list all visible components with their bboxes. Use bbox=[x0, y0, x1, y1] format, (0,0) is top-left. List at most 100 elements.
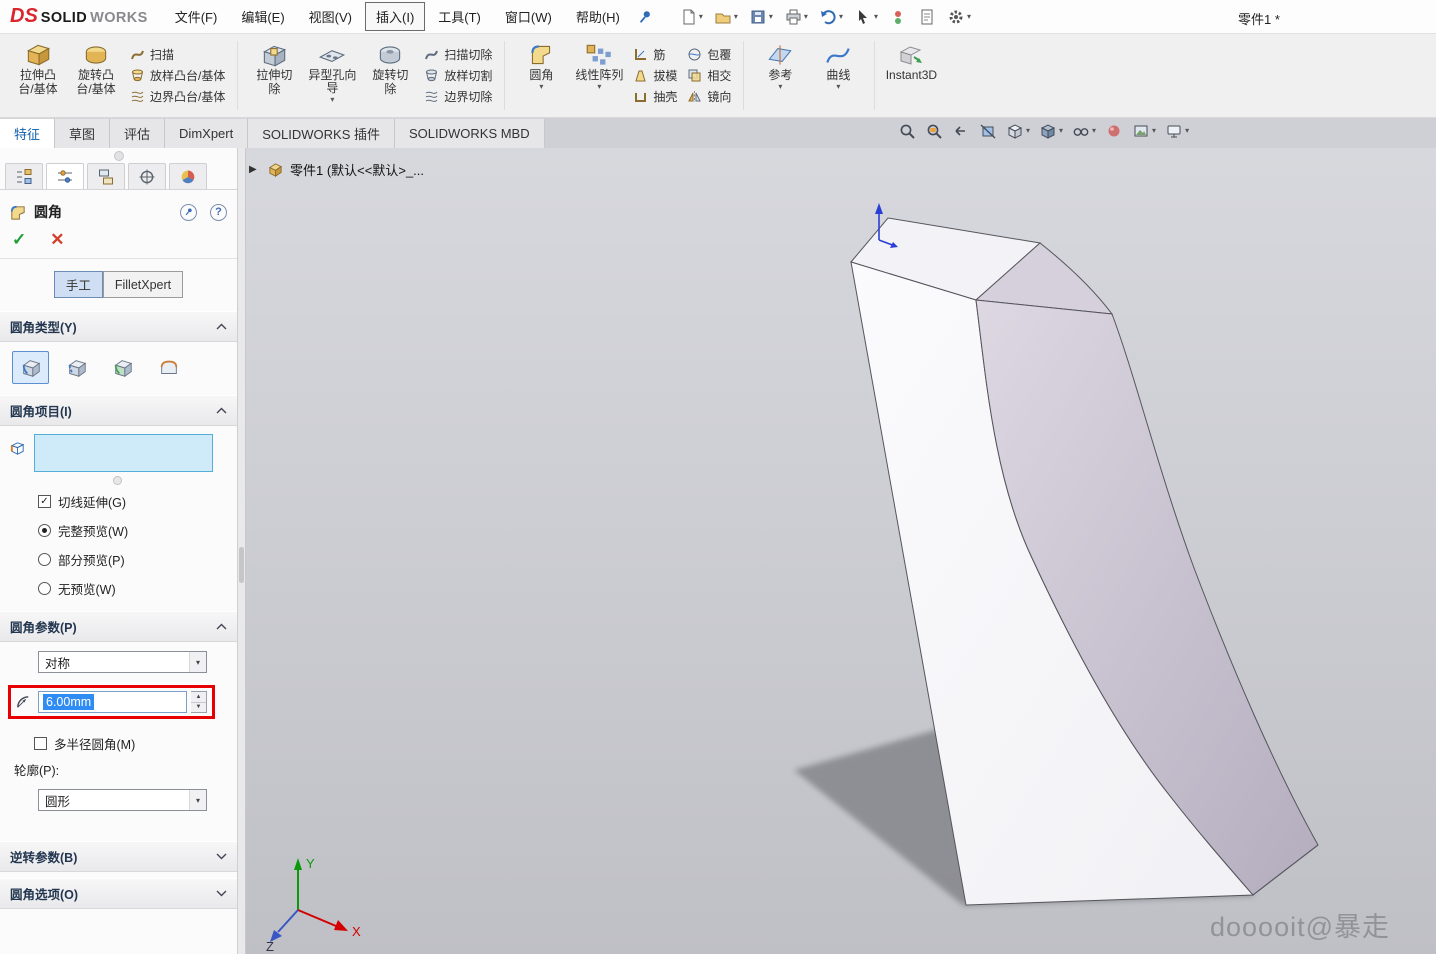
manual-mode-button[interactable]: 手工 bbox=[54, 271, 103, 298]
curves-button[interactable]: 曲线 ▾ bbox=[809, 37, 867, 114]
filletxpert-mode-button[interactable]: FilletXpert bbox=[103, 271, 183, 298]
face-fillet-button[interactable] bbox=[104, 351, 141, 384]
lofted-boss-item[interactable]: 放样凸台/基体 bbox=[130, 67, 225, 84]
dimxpertmanager-tab[interactable] bbox=[128, 163, 166, 189]
undo-button[interactable]: ▾ bbox=[819, 8, 843, 26]
view-settings-icon[interactable]: ▾ bbox=[1165, 122, 1189, 140]
tab-features[interactable]: 特征 bbox=[0, 118, 55, 148]
menu-file[interactable]: 文件(F) bbox=[164, 2, 229, 31]
no-preview-option[interactable]: 无预览(W) bbox=[6, 574, 229, 603]
swept-cut-item[interactable]: 扫描切除 bbox=[424, 46, 492, 63]
menu-edit[interactable]: 编辑(E) bbox=[230, 2, 295, 31]
rebuild-button[interactable] bbox=[889, 8, 907, 26]
shell-item[interactable]: 抽壳 bbox=[633, 88, 677, 105]
zoom-fit-icon[interactable] bbox=[898, 122, 916, 140]
displaymanager-tab[interactable] bbox=[169, 163, 207, 189]
tab-evaluate[interactable]: 评估 bbox=[110, 118, 165, 148]
full-round-fillet-button[interactable] bbox=[150, 351, 187, 384]
print-button[interactable]: ▾ bbox=[784, 8, 808, 26]
constant-size-fillet-button[interactable] bbox=[12, 351, 49, 384]
configurationmanager-tab[interactable] bbox=[87, 163, 125, 189]
extruded-boss-button[interactable]: 拉伸凸 台/基体 bbox=[9, 37, 67, 114]
view-orientation-icon[interactable]: ▾ bbox=[1006, 122, 1030, 140]
fillet-options-section-header[interactable]: 圆角选项(O) bbox=[0, 878, 237, 909]
menu-pin-icon[interactable] bbox=[637, 9, 653, 25]
spinner-up-button[interactable]: ▲ bbox=[191, 692, 206, 703]
new-document-button[interactable]: ▾ bbox=[679, 8, 703, 26]
revolved-cut-button[interactable]: 旋转切 除 bbox=[361, 37, 419, 114]
rib-item[interactable]: 筋 bbox=[633, 46, 677, 63]
hide-show-items-icon[interactable]: ▾ bbox=[1072, 122, 1096, 140]
boundary-boss-item[interactable]: 边界凸台/基体 bbox=[130, 88, 225, 105]
selection-box-resize-handle[interactable] bbox=[113, 476, 122, 485]
save-button[interactable]: ▾ bbox=[749, 8, 773, 26]
tree-root-item[interactable]: 零件1 (默认<<默认>_... bbox=[290, 160, 424, 179]
tangent-propagation-option[interactable]: ✓ 切线延伸(G) bbox=[6, 487, 229, 516]
variable-size-fillet-button[interactable] bbox=[58, 351, 95, 384]
file-properties-button[interactable] bbox=[918, 8, 936, 26]
multiple-radius-option[interactable]: 多半径圆角(M) bbox=[6, 729, 229, 758]
swept-boss-item[interactable]: 扫描 bbox=[130, 46, 225, 63]
previous-view-icon[interactable] bbox=[952, 122, 970, 140]
mirror-item[interactable]: 镜向 bbox=[687, 88, 731, 105]
options-button[interactable]: ▾ bbox=[947, 8, 971, 26]
keep-visible-pin-icon[interactable] bbox=[180, 204, 197, 221]
edges-selection-listbox[interactable] bbox=[34, 434, 213, 472]
confirm-button[interactable]: ✓ bbox=[12, 230, 26, 250]
feature-tree-overlay[interactable]: 零件1 (默认<<默认>_... bbox=[268, 160, 424, 179]
hole-wizard-button[interactable]: 异型孔向导 ▾ bbox=[303, 37, 361, 114]
fillet-parameters-section-header[interactable]: 圆角参数(P) bbox=[0, 611, 237, 642]
boundary-cut-item[interactable]: 边界切除 bbox=[424, 88, 492, 105]
lofted-cut-item[interactable]: 放样切割 bbox=[424, 67, 492, 84]
spinner-down-button[interactable]: ▼ bbox=[191, 703, 206, 713]
splitter-grip[interactable] bbox=[239, 547, 244, 583]
menu-window[interactable]: 窗口(W) bbox=[494, 2, 563, 31]
part-model[interactable] bbox=[246, 148, 1436, 954]
fillet-button[interactable]: 圆角 ▾ bbox=[512, 37, 570, 114]
menu-view[interactable]: 视图(V) bbox=[298, 2, 363, 31]
symmetric-dropdown[interactable]: 对称 ▾ bbox=[38, 651, 207, 673]
setback-parameters-section-header[interactable]: 逆转参数(B) bbox=[0, 841, 237, 872]
menu-insert[interactable]: 插入(I) bbox=[365, 2, 425, 31]
edit-appearance-icon[interactable] bbox=[1105, 122, 1123, 140]
fillet-type-section-header[interactable]: 圆角类型(Y) bbox=[0, 311, 237, 342]
display-style-icon[interactable]: ▾ bbox=[1039, 122, 1063, 140]
extruded-cut-button[interactable]: 拉伸切 除 bbox=[245, 37, 303, 114]
tab-sketch[interactable]: 草图 bbox=[55, 118, 110, 148]
zoom-area-icon[interactable] bbox=[925, 122, 943, 140]
instant3d-button[interactable]: Instant3D bbox=[882, 37, 940, 114]
item-label: 扫描 bbox=[150, 46, 174, 63]
propertymanager-tab[interactable] bbox=[46, 163, 84, 189]
select-button[interactable]: ▾ bbox=[854, 8, 878, 26]
apply-scene-icon[interactable]: ▾ bbox=[1132, 122, 1156, 140]
caret-down-icon: ▾ bbox=[330, 96, 334, 104]
featuremanager-tab[interactable] bbox=[5, 163, 43, 189]
axis-z-label: Z bbox=[266, 939, 274, 952]
items-to-fillet-section-header[interactable]: 圆角项目(I) bbox=[0, 395, 237, 426]
help-icon[interactable]: ? bbox=[210, 204, 227, 221]
flyout-tree-expand-arrow[interactable]: ▶ bbox=[249, 164, 257, 175]
wrap-item[interactable]: 包覆 bbox=[687, 46, 731, 63]
cancel-button[interactable]: ✕ bbox=[50, 230, 64, 250]
tab-solidworks-mbd[interactable]: SOLIDWORKS MBD bbox=[395, 118, 545, 148]
open-button[interactable]: ▾ bbox=[714, 8, 738, 26]
intersect-item[interactable]: 相交 bbox=[687, 67, 731, 84]
full-preview-option[interactable]: 完整预览(W) bbox=[6, 516, 229, 545]
tab-solidworks-addins[interactable]: SOLIDWORKS 插件 bbox=[248, 118, 395, 148]
radius-input[interactable]: 6.00mm bbox=[38, 691, 187, 713]
button-label: 台/基体 bbox=[76, 83, 115, 96]
section-view-icon[interactable] bbox=[979, 122, 997, 140]
item-label: 拔模 bbox=[653, 67, 677, 84]
profile-dropdown[interactable]: 圆形 ▾ bbox=[38, 789, 207, 811]
panel-splitter[interactable] bbox=[238, 148, 246, 954]
linear-pattern-button[interactable]: 线性阵列 ▾ bbox=[570, 37, 628, 114]
panel-collapse-handle[interactable] bbox=[114, 151, 124, 161]
menu-tools[interactable]: 工具(T) bbox=[427, 2, 492, 31]
menu-help[interactable]: 帮助(H) bbox=[565, 2, 631, 31]
partial-preview-option[interactable]: 部分预览(P) bbox=[6, 545, 229, 574]
graphics-viewport[interactable]: ▶ 零件1 (默认<<默认>_... Y X Z dooooit@暴走 bbox=[246, 148, 1436, 954]
revolved-boss-button[interactable]: 旋转凸 台/基体 bbox=[67, 37, 125, 114]
reference-geometry-button[interactable]: 参考 ▾ bbox=[751, 37, 809, 114]
draft-item[interactable]: 拔模 bbox=[633, 67, 677, 84]
tab-dimxpert[interactable]: DimXpert bbox=[165, 118, 248, 148]
